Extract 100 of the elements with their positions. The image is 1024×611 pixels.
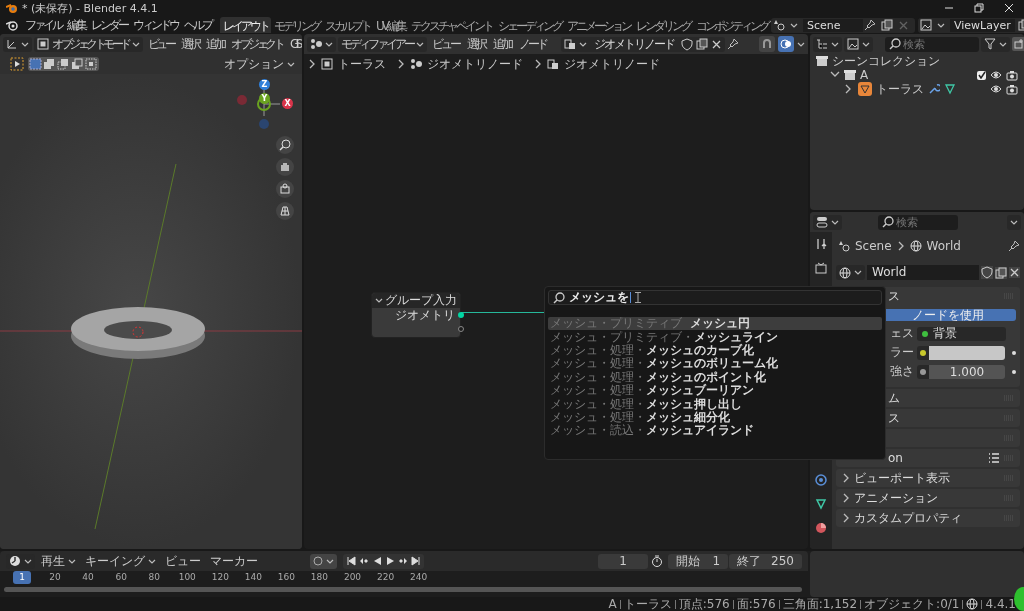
close-icon[interactable] (711, 38, 722, 50)
current-frame-field[interactable]: 1 (598, 553, 649, 569)
select-invert-icon[interactable] (71, 58, 84, 70)
playhead-marker[interactable]: 1 (13, 571, 31, 584)
keyframe-dot[interactable] (1012, 369, 1016, 374)
menu-item[interactable]: オブジェクト (228, 35, 285, 53)
axis-label[interactable]: X (282, 98, 293, 109)
search-result[interactable]: メッシュ・処理・メッシュのカーブ化 (548, 343, 882, 358)
color-swatch[interactable] (929, 345, 1005, 360)
panel-header[interactable]: on (836, 449, 1020, 467)
axis-label[interactable]: Z (259, 79, 270, 90)
editor-mode-dropdown[interactable]: モディファイアー (338, 36, 427, 52)
panel-header[interactable]: カスタムプロパティ (836, 509, 1020, 527)
workspace-tab[interactable]: コンポジティング (693, 17, 771, 33)
node-card[interactable]: グループ入力 ジオメトリ (371, 292, 461, 338)
workspace-tab[interactable]: シェーディング (495, 17, 564, 33)
workspace-tab[interactable]: スカルプト (322, 17, 373, 33)
snap-icon[interactable] (759, 36, 775, 52)
zoom-icon[interactable] (276, 136, 294, 154)
node-tree-selector[interactable]: ジオメトリノード (561, 36, 725, 52)
pin-icon[interactable] (1008, 240, 1020, 252)
menu-item[interactable]: 編集 (64, 16, 88, 34)
chevron-down-icon[interactable] (999, 40, 1007, 48)
scrollbar[interactable] (4, 587, 802, 592)
shader-field[interactable]: 背景 (917, 326, 1006, 341)
auto-keying-button[interactable] (310, 553, 337, 569)
scene-selector[interactable]: Scene (771, 17, 915, 33)
panel-header[interactable]: ビューポート表示 (836, 469, 1020, 487)
chevron-down-icon[interactable] (24, 557, 32, 565)
chevron-down-icon[interactable] (579, 40, 587, 48)
tool-icon[interactable] (815, 238, 827, 250)
socket-dot[interactable] (458, 312, 464, 318)
start-frame-field[interactable]: 開始 1 (668, 553, 729, 569)
panel-header[interactable]: ス (836, 409, 1020, 427)
chevron-down-icon[interactable] (131, 40, 140, 48)
play-icon[interactable] (385, 555, 395, 566)
play-reverse-icon[interactable] (372, 555, 382, 566)
outliner-item[interactable]: シーンコレクション (810, 54, 1024, 68)
menu-item[interactable]: 選択 (178, 35, 201, 53)
panel-header[interactable]: アニメーション (836, 489, 1020, 507)
editor-type-button[interactable] (3, 36, 32, 52)
menu-item[interactable]: マーカー (207, 552, 261, 570)
menu-item[interactable]: 再生 (38, 553, 79, 569)
fake-user-icon[interactable] (981, 266, 993, 279)
menu-item[interactable]: ウィンドウ (130, 16, 181, 34)
chevron-down-icon[interactable] (416, 40, 424, 48)
menu-item[interactable]: ヘルプ (181, 16, 214, 34)
menu-item[interactable]: ビュー (144, 35, 176, 53)
end-frame-field[interactable]: 終了 250 (729, 553, 802, 569)
socket-dot[interactable] (458, 326, 464, 332)
chevron-down-icon[interactable] (854, 269, 862, 276)
chevron-down-icon[interactable] (797, 40, 805, 48)
select-subtract-icon[interactable] (57, 58, 70, 70)
editor-type-button[interactable] (813, 36, 842, 52)
chevron-down-icon[interactable] (21, 40, 29, 48)
outliner-item[interactable]: A (810, 68, 1024, 82)
menu-item[interactable]: ノード (516, 35, 549, 53)
jump-end-icon[interactable] (411, 555, 421, 566)
menu-item[interactable]: レンダー (88, 16, 130, 34)
pin-icon[interactable] (727, 38, 739, 50)
select-tool-icon[interactable] (10, 57, 24, 71)
chevron-down-icon[interactable] (326, 557, 334, 565)
copy-icon[interactable] (696, 38, 708, 50)
workspace-tab[interactable]: UV編集 (373, 17, 408, 33)
chevron-down-icon[interactable] (287, 60, 295, 68)
outliner-item[interactable]: トーラス (810, 82, 1024, 96)
chevron-down-icon[interactable] (831, 40, 839, 48)
select-extend-icon[interactable] (43, 58, 56, 70)
eye-icon[interactable] (990, 84, 1002, 94)
chevron-down-icon[interactable] (325, 40, 333, 48)
search-result[interactable]: メッシュ・プリミティブ・メッシュライン (548, 330, 882, 344)
workspace-tab[interactable]: レイアウト (220, 17, 271, 33)
chevron-down-icon[interactable] (790, 21, 798, 29)
view-layer-selector[interactable]: ViewLayer (918, 17, 1024, 33)
search-result[interactable]: メッシュ・読込・メッシュアイランド (548, 424, 882, 438)
chevron-down-icon[interactable] (862, 40, 870, 48)
menu-item[interactable]: キーイング (82, 553, 159, 569)
material-icon[interactable] (815, 522, 827, 534)
select-intersect-icon[interactable] (85, 58, 98, 70)
editor-type-button[interactable] (813, 214, 842, 230)
workspace-tab[interactable]: レンダリング (633, 17, 693, 33)
menu-item[interactable]: 追加 (490, 35, 514, 53)
blender-menu-icon[interactable] (6, 19, 18, 31)
jump-start-icon[interactable] (346, 555, 356, 566)
world-name-field[interactable]: World (867, 265, 979, 280)
chevron-down-icon[interactable] (937, 21, 945, 29)
mode-dropdown[interactable]: オブジェクトモード (34, 36, 143, 52)
render-icon[interactable] (815, 262, 827, 274)
workspace-tab[interactable]: アニメーション (564, 17, 633, 33)
world-browse-button[interactable] (836, 265, 865, 280)
next-keyframe-icon[interactable] (398, 555, 408, 566)
copy-icon[interactable] (881, 19, 893, 31)
mesh-data-icon[interactable] (815, 498, 827, 510)
options-dropdown[interactable]: オプション (221, 55, 298, 73)
menu-item[interactable]: ファイル (22, 16, 64, 34)
menu-item[interactable]: 追加 (203, 35, 226, 53)
eye-icon[interactable] (990, 70, 1002, 80)
display-mode-button[interactable] (844, 36, 873, 52)
strength-field[interactable]: 1.000 (929, 364, 1005, 379)
filter-button[interactable] (981, 36, 1010, 52)
